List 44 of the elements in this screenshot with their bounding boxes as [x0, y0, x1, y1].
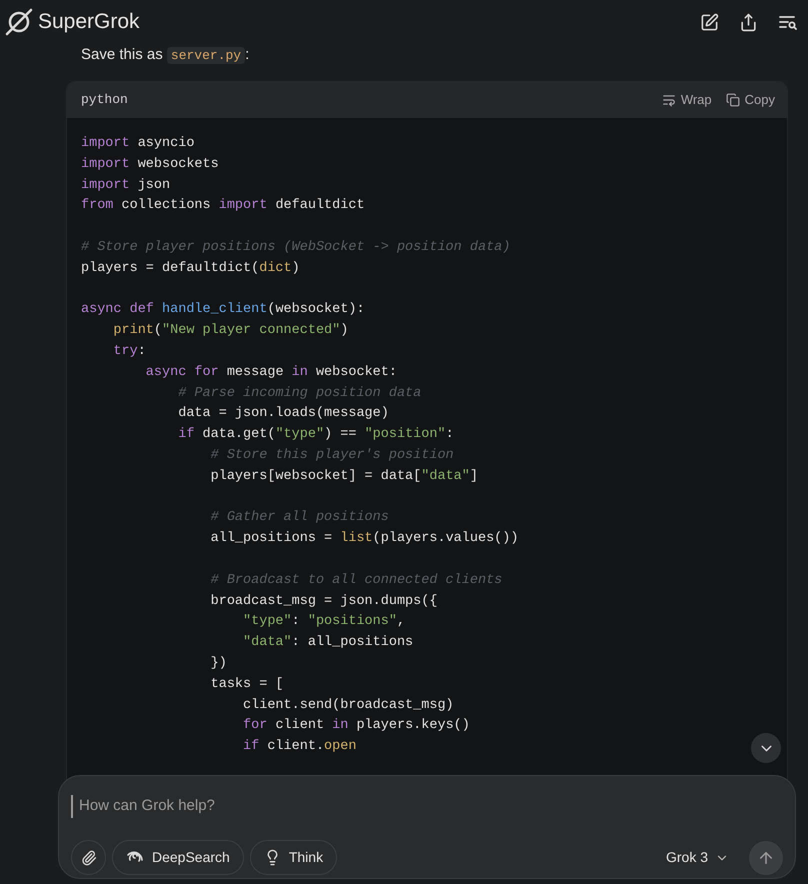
- code-line: for client in players.keys(): [242, 718, 470, 734]
- code-line: import websockets: [81, 156, 219, 172]
- copy-button[interactable]: Copy: [726, 90, 775, 110]
- code-line: # Broadcast to all connected clients: [210, 572, 502, 588]
- code-line: "data": all_positions: [242, 635, 414, 650]
- code-line: if client.open: [242, 739, 356, 754]
- code-line: all_positions = list(players.values()): [210, 531, 518, 546]
- code-line: from collections import defaultdict: [81, 198, 365, 214]
- code-line: tasks = [: [210, 676, 284, 692]
- code-line: data = json.loads(message): [177, 406, 389, 422]
- message-text: Save this as server.py :: [81, 45, 250, 66]
- code-line: # Store this player's position: [210, 448, 454, 463]
- code-line: "type": "positions",: [242, 614, 406, 630]
- history-search-icon[interactable]: [778, 14, 798, 30]
- code-line: if data.get("type") == "position":: [177, 427, 454, 442]
- attach-button[interactable]: [71, 840, 106, 875]
- code-line: }): [210, 656, 227, 671]
- code-line: async def handle_client(websocket):: [81, 302, 365, 318]
- tool-button[interactable]: Think: [250, 840, 338, 875]
- code-line: import json: [81, 178, 170, 193]
- code-line: # Store player positions (WebSocket -> position data): [81, 240, 510, 255]
- prompt-field[interactable]: How can Grok help?: [71, 795, 783, 818]
- brand-name: SuperGrok: [38, 9, 140, 36]
- code-line: broadcast_msg = json.dumps({: [210, 594, 438, 609]
- code-line: import asyncio: [81, 136, 194, 151]
- paperclip-icon: [80, 850, 96, 866]
- send-button[interactable]: [749, 840, 783, 874]
- wrap-button[interactable]: Wrap: [662, 90, 712, 110]
- code-line: print("New player connected"): [112, 323, 348, 338]
- code-line: async for message in websocket:: [144, 364, 397, 380]
- tool-button[interactable]: DeepSearch: [112, 840, 244, 875]
- code-line: # Gather all positions: [210, 510, 389, 526]
- code-line: try:: [112, 344, 146, 359]
- edit-icon[interactable]: [700, 12, 719, 32]
- code-language: python: [81, 91, 128, 110]
- code-line: players = defaultdict(dict): [81, 260, 300, 276]
- share-icon[interactable]: [739, 12, 758, 32]
- code-line: # Parse incoming position data: [177, 386, 422, 401]
- logo-icon: [4, 7, 34, 37]
- code-line: client.send(broadcast_msg): [242, 698, 454, 713]
- code-line: players[websocket] = data["data"]: [210, 468, 478, 484]
- model-selector[interactable]: Grok 3: [666, 847, 729, 868]
- copy-icon: [726, 93, 740, 107]
- wrap-icon: [662, 93, 676, 107]
